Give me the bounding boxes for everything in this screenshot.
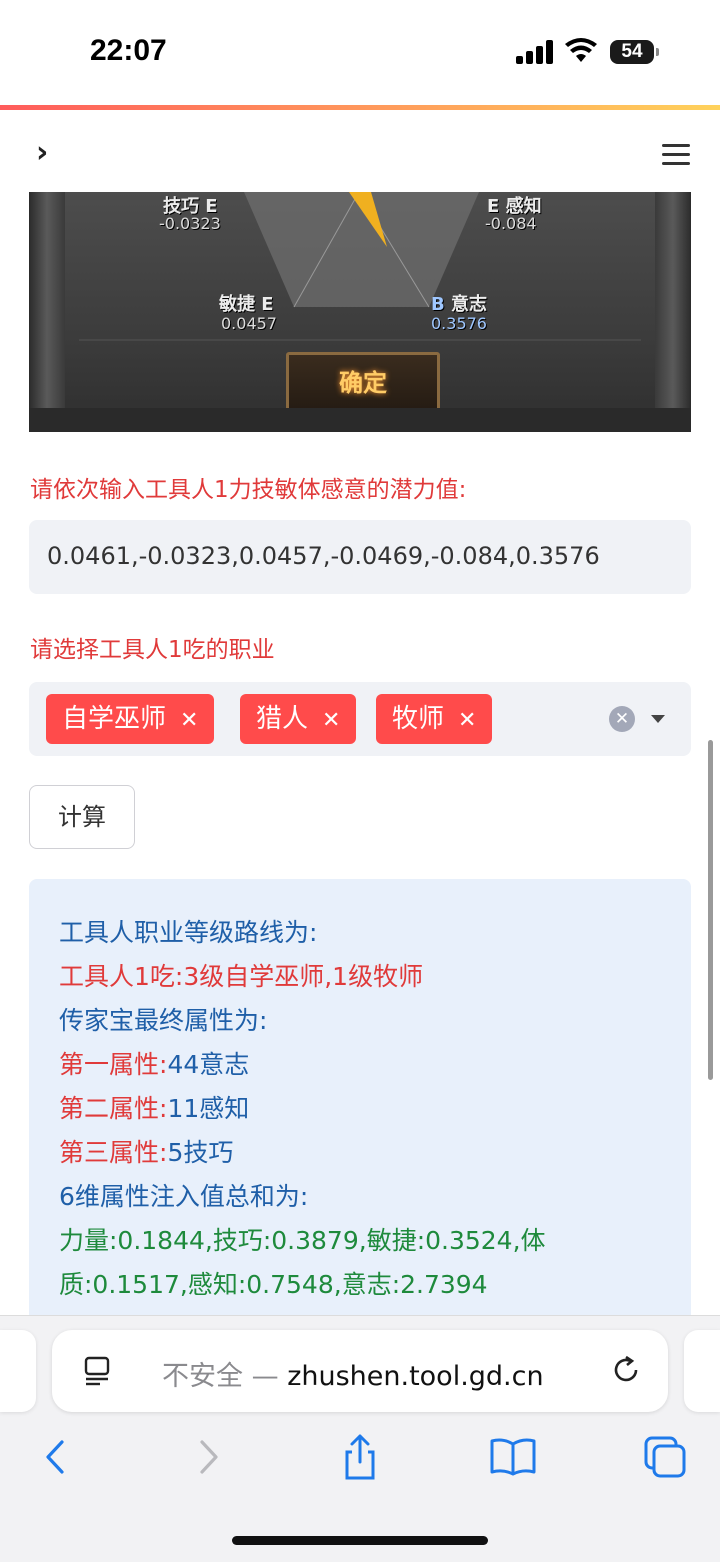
result-box: 工具人职业等级路线为: 工具人1吃:3级自学巫师,1级牧师 传家宝最终属性为: … — [29, 879, 691, 1339]
attr-value: 0.3576 — [431, 314, 487, 333]
battery-icon: 54 — [610, 40, 659, 64]
cellular-signal-icon — [516, 40, 554, 64]
close-icon[interactable]: ✕ — [458, 708, 476, 733]
url-text: 不安全 — zhushen.tool.gd.cn — [162, 1361, 544, 1392]
forward-icon[interactable] — [184, 1432, 234, 1482]
chevron-down-icon[interactable] — [651, 715, 665, 723]
scrollbar[interactable] — [708, 740, 713, 1080]
tabs-icon[interactable] — [640, 1432, 690, 1482]
share-icon[interactable] — [335, 1432, 385, 1482]
chevron-right-icon[interactable]: › — [36, 138, 48, 168]
top-bar: › — [0, 110, 720, 194]
job-tag[interactable]: 猎人 ✕ — [240, 694, 357, 744]
attr2-row: 第二属性:11感知 — [59, 1094, 250, 1123]
route-title: 工具人职业等级路线为: — [59, 918, 318, 947]
home-indicator — [232, 1536, 488, 1545]
reload-icon[interactable] — [610, 1354, 642, 1386]
sum-line: 力量:0.1844,技巧:0.3879,敏捷:0.3524,体 — [59, 1226, 546, 1255]
back-icon[interactable] — [30, 1432, 80, 1482]
heirloom-title: 传家宝最终属性为: — [59, 1006, 268, 1035]
potential-label: 请依次输入工具人1力技敏体感意的潜力值: — [30, 477, 467, 503]
attr-value: -0.0323 — [159, 214, 221, 233]
job-multiselect[interactable]: 自学巫师 ✕ 猎人 ✕ 牧师 ✕ ✕ — [29, 682, 691, 756]
status-bar: 22:07 54 — [0, 0, 720, 105]
sum-line: 质:0.1517,感知:0.7548,意志:2.7394 — [59, 1270, 488, 1299]
reader-icon[interactable] — [84, 1356, 110, 1386]
attr-value: 0.0457 — [221, 314, 277, 333]
attr-label: 意志 — [451, 294, 488, 315]
hamburger-menu-icon[interactable] — [662, 144, 690, 171]
potential-input-value: 0.0461,-0.0323,0.0457,-0.0469,-0.084,0.3… — [47, 542, 600, 570]
attr1-row: 第一属性:44意志 — [59, 1050, 250, 1079]
sum-title: 6维属性注入值总和为: — [59, 1182, 309, 1211]
job-label: 请选择工具人1吃的职业 — [30, 637, 275, 663]
prev-tab-card[interactable] — [0, 1330, 36, 1412]
clock: 22:07 — [90, 34, 167, 67]
close-icon[interactable]: ✕ — [180, 708, 198, 733]
close-icon[interactable]: ✕ — [322, 708, 340, 733]
attr-value: -0.084 — [485, 214, 537, 233]
route-line: 工具人1吃:3级自学巫师,1级牧师 — [59, 962, 424, 991]
calculate-button[interactable]: 计算 — [29, 785, 135, 849]
bookmarks-icon[interactable] — [488, 1432, 538, 1482]
clear-all-icon[interactable]: ✕ — [609, 706, 635, 732]
wifi-icon — [565, 38, 597, 62]
attr-label: 敏捷 — [219, 294, 255, 315]
address-bar[interactable]: 不安全 — zhushen.tool.gd.cn — [52, 1330, 668, 1412]
attr3-row: 第三属性:5技巧 — [59, 1138, 234, 1167]
job-tag[interactable]: 自学巫师 ✕ — [46, 694, 215, 744]
next-tab-card[interactable] — [684, 1330, 720, 1412]
potential-input[interactable]: 0.0461,-0.0323,0.0457,-0.0469,-0.084,0.3… — [29, 520, 691, 594]
game-screenshot-image: 技巧 E -0.0323 E 感知 -0.084 敏捷 E 0.0457 B 意… — [29, 192, 691, 432]
job-tag[interactable]: 牧师 ✕ — [376, 694, 493, 744]
